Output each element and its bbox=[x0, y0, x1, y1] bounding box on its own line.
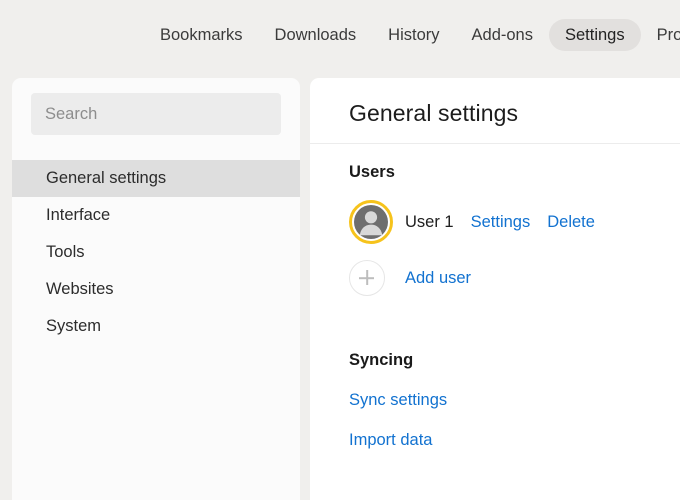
sidebar-item-label: Tools bbox=[46, 243, 85, 262]
top-navigation-bar: Bookmarks Downloads History Add-ons Sett… bbox=[0, 0, 680, 70]
plus-icon bbox=[349, 260, 385, 296]
search-input[interactable] bbox=[31, 93, 281, 135]
sync-settings-link[interactable]: Sync settings bbox=[349, 391, 447, 410]
import-data-link[interactable]: Import data bbox=[349, 431, 432, 450]
nav-tab-list: Bookmarks Downloads History Add-ons Sett… bbox=[144, 19, 680, 51]
sidebar-item-label: Websites bbox=[46, 280, 114, 299]
sidebar-item-list: General settings Interface Tools Website… bbox=[12, 160, 300, 345]
avatar-person-icon bbox=[354, 205, 388, 239]
sidebar-item-system[interactable]: System bbox=[12, 308, 300, 345]
nav-tab-history[interactable]: History bbox=[372, 19, 455, 51]
user-row: User 1 Settings Delete bbox=[349, 198, 595, 246]
sidebar-item-general-settings[interactable]: General settings bbox=[12, 160, 300, 197]
page-title: General settings bbox=[349, 100, 518, 127]
header-divider bbox=[310, 143, 680, 144]
settings-content-panel: General settings Users User 1 Settings D… bbox=[310, 78, 680, 500]
user-settings-link[interactable]: Settings bbox=[471, 213, 531, 232]
avatar bbox=[349, 200, 393, 244]
add-user-link[interactable]: Add user bbox=[405, 269, 471, 288]
sidebar-item-interface[interactable]: Interface bbox=[12, 197, 300, 234]
section-heading-users: Users bbox=[349, 163, 395, 182]
nav-tab-bookmarks[interactable]: Bookmarks bbox=[144, 19, 259, 51]
user-delete-link[interactable]: Delete bbox=[547, 213, 595, 232]
nav-tab-protection[interactable]: Prot bbox=[641, 19, 680, 51]
sidebar-item-tools[interactable]: Tools bbox=[12, 234, 300, 271]
settings-sidebar-panel: General settings Interface Tools Website… bbox=[12, 78, 300, 500]
nav-tab-add-ons[interactable]: Add-ons bbox=[456, 19, 549, 51]
sidebar-item-websites[interactable]: Websites bbox=[12, 271, 300, 308]
section-heading-syncing: Syncing bbox=[349, 351, 413, 370]
nav-tab-settings[interactable]: Settings bbox=[549, 19, 641, 51]
user-name: User 1 bbox=[405, 213, 454, 232]
sidebar-item-label: System bbox=[46, 317, 101, 336]
add-user-row[interactable]: Add user bbox=[349, 258, 471, 298]
nav-tab-downloads[interactable]: Downloads bbox=[259, 19, 373, 51]
sidebar-item-label: General settings bbox=[46, 169, 166, 188]
sidebar-item-label: Interface bbox=[46, 206, 110, 225]
